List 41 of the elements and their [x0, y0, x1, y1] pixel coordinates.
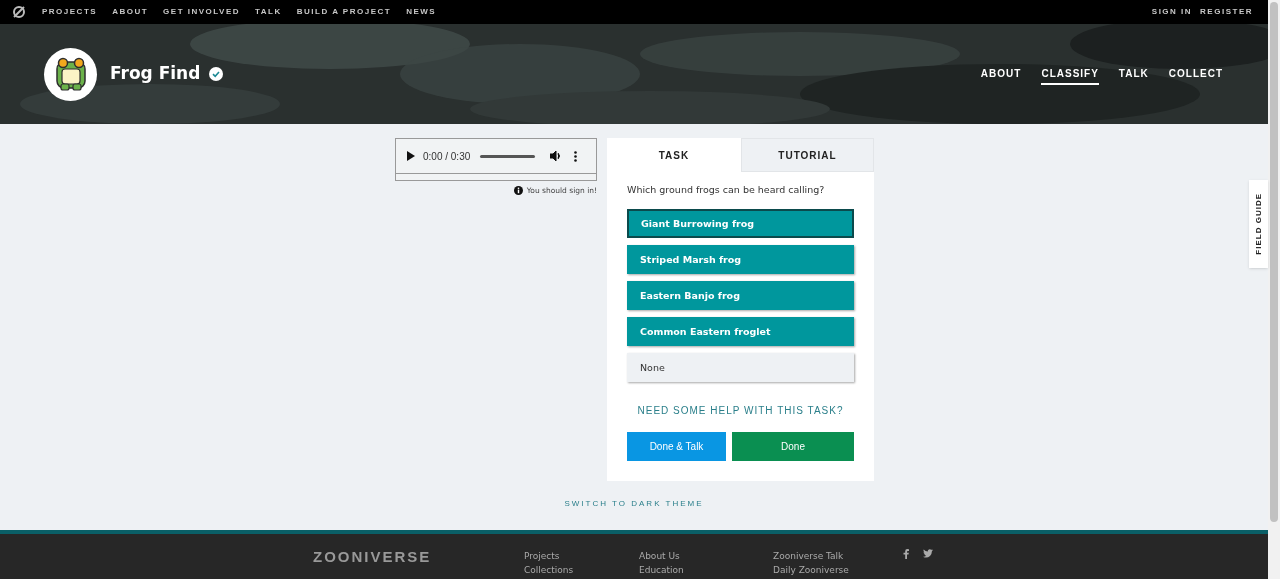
nav-link[interactable]: PROJECTS: [42, 6, 98, 18]
volume-icon[interactable]: [550, 151, 563, 161]
footer-link[interactable]: Daily Zooniverse: [773, 563, 903, 577]
more-options-icon[interactable]: [574, 150, 578, 162]
answer-option[interactable]: Giant Burrowing frog: [627, 209, 854, 239]
nav-link[interactable]: BUILD A PROJECT: [296, 6, 392, 18]
project-nav-tab[interactable]: CLASSIFY: [1041, 63, 1099, 85]
account-link[interactable]: SIGN IN: [1151, 6, 1193, 18]
twitter-icon[interactable]: [923, 549, 933, 558]
project-title: Frog Find: [110, 62, 201, 86]
nav-link[interactable]: ABOUT: [112, 6, 149, 18]
project-nav-tab[interactable]: COLLECT: [1168, 63, 1223, 85]
audio-progress-track[interactable]: [480, 154, 536, 158]
footer-link[interactable]: Projects: [524, 549, 639, 563]
answer-option[interactable]: Eastern Banjo frog: [627, 281, 854, 311]
footer-link[interactable]: Zooniverse Talk: [773, 549, 903, 563]
nav-link[interactable]: TALK: [255, 6, 282, 18]
account-link[interactable]: REGISTER: [1200, 6, 1253, 18]
audio-time: 0:00 / 0:30: [423, 149, 471, 164]
footer-logo[interactable]: ZOONIVERSE: [313, 546, 524, 569]
info-icon: [513, 186, 523, 196]
audio-player[interactable]: 0:00 / 0:30: [395, 138, 597, 181]
play-icon[interactable]: [406, 151, 415, 161]
answer-option[interactable]: Common Eastern froglet: [627, 317, 854, 347]
footer-link[interactable]: Education: [639, 563, 773, 577]
project-nav-tab[interactable]: TALK: [1118, 63, 1149, 85]
nav-link[interactable]: NEWS: [406, 6, 437, 18]
answer-option[interactable]: None: [627, 353, 854, 383]
field-guide-tab[interactable]: FIELD GUIDE: [1249, 180, 1268, 268]
footer-link[interactable]: Collections: [524, 563, 639, 577]
project-nav-tab[interactable]: ABOUT: [980, 63, 1022, 85]
task-question: Which ground frogs can be heard calling?: [627, 183, 826, 197]
footer-link[interactable]: About Us: [639, 549, 773, 563]
theme-toggle-link[interactable]: SWITCH TO DARK THEME: [564, 498, 704, 510]
nav-link[interactable]: GET INVOLVED: [163, 6, 241, 18]
facebook-icon[interactable]: [903, 549, 909, 559]
done-button[interactable]: Done: [732, 432, 854, 462]
task-tab[interactable]: TUTORIAL: [741, 138, 874, 172]
answer-option[interactable]: Striped Marsh frog: [627, 245, 854, 275]
zooniverse-logo-icon[interactable]: [12, 5, 26, 19]
help-link[interactable]: NEED SOME HELP WITH THIS TASK?: [637, 403, 844, 419]
